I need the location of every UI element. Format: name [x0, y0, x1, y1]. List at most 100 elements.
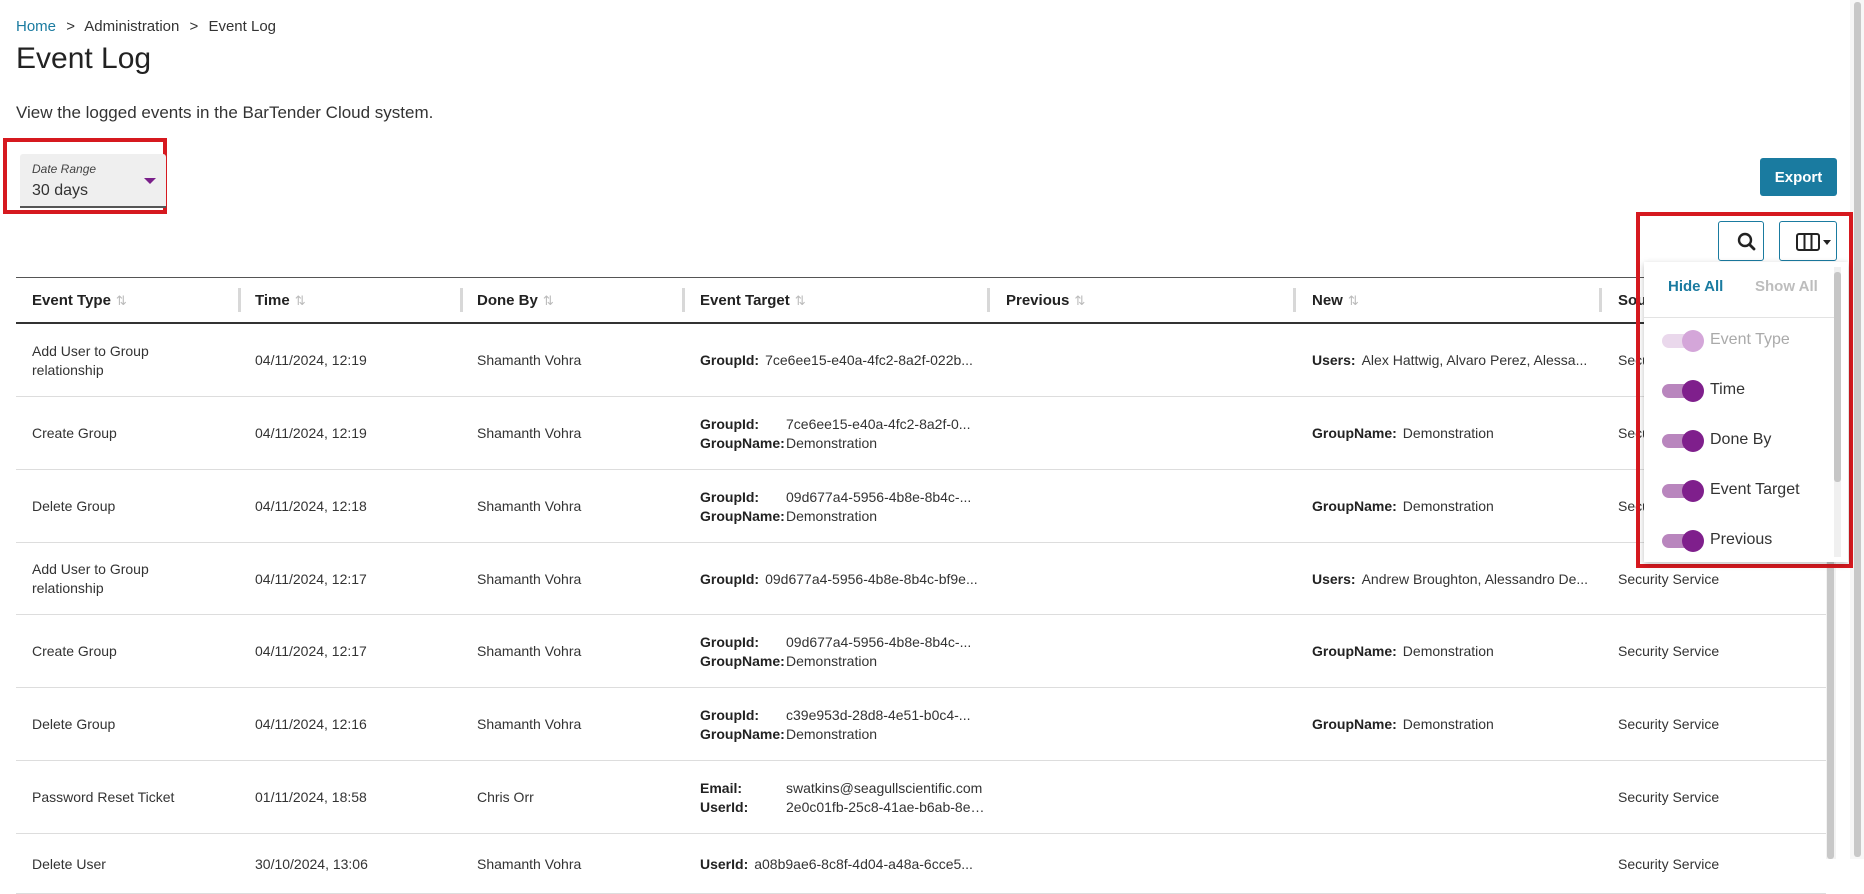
toggle-knob [1682, 480, 1704, 502]
date-range-label: Date Range [32, 162, 97, 176]
table-row[interactable]: Password Reset Ticket 01/11/2024, 18:58 Ch… [16, 761, 1826, 834]
toggle-label: Event Type [1710, 331, 1790, 348]
time-cell: 04/11/2024, 12:16 [255, 716, 367, 732]
key-value-line: GroupName:Demonstration [700, 507, 990, 526]
event-type-cell: Delete Group [32, 498, 116, 514]
column-chooser-scrollbar-thumb[interactable] [1834, 272, 1841, 482]
toggle-switch[interactable] [1662, 480, 1704, 502]
field-key: GroupName: [1312, 643, 1397, 659]
sort-icon[interactable]: ⇅ [795, 293, 806, 308]
key-value-line: GroupName:Demonstration [1312, 715, 1602, 734]
key-value-line: GroupName:Demonstration [700, 434, 990, 453]
field-value: 09d677a4-5956-4b8e-8b4c-... [786, 489, 972, 505]
column-resizer[interactable] [1599, 288, 1602, 312]
column-resizer[interactable] [987, 288, 990, 312]
column-resizer[interactable] [682, 288, 685, 312]
columns-icon [1796, 233, 1831, 251]
field-value: a08b9ae6-8c8f-4d04-a48a-6cce5... [754, 856, 973, 872]
event-type-cell: Password Reset Ticket [32, 789, 175, 805]
field-key: GroupName: [700, 508, 785, 524]
date-range-value: 30 days [32, 182, 89, 199]
breadcrumb-current: Event Log [208, 18, 277, 35]
breadcrumb: Home > Administration > Event Log [16, 18, 276, 35]
column-chooser-scrollbar[interactable] [1834, 267, 1841, 557]
sort-icon[interactable]: ⇅ [295, 293, 306, 308]
export-button[interactable]: Export [1760, 158, 1837, 196]
column-header-event-target[interactable]: Event Target ⇅ [700, 292, 806, 309]
field-key: GroupId: [700, 634, 760, 650]
key-value-line: GroupName:Demonstration [1312, 497, 1602, 516]
table-row[interactable]: Add User to Group relationship 04/11/2024… [16, 324, 1826, 397]
column-toggle-previous[interactable]: Previous [1662, 527, 1832, 557]
sort-icon[interactable]: ⇅ [116, 293, 127, 308]
table-row[interactable]: Add User to Group relationship 04/11/2024… [16, 543, 1826, 615]
column-resizer[interactable] [460, 288, 463, 312]
key-value-line: GroupId: 7ce6ee15-e40a-4fc2-8a2f-0... [700, 415, 990, 434]
column-resizer[interactable] [1293, 288, 1296, 312]
sort-icon[interactable]: ⇅ [1074, 293, 1085, 308]
column-header-new[interactable]: New ⇅ [1312, 292, 1359, 309]
column-header-event-type[interactable]: Event Type ⇅ [32, 292, 127, 309]
field-value: Demonstration [1402, 643, 1494, 659]
toggle-switch[interactable] [1662, 430, 1704, 452]
field-value: 7ce6ee15-e40a-4fc2-8a2f-0... [786, 416, 971, 432]
page-scrollbar-thumb[interactable] [1854, 2, 1861, 857]
column-toggle-time[interactable]: Time [1662, 377, 1832, 407]
toggle-switch[interactable] [1662, 530, 1704, 552]
field-key: GroupId: [700, 489, 760, 505]
sort-icon[interactable]: ⇅ [543, 293, 554, 308]
table-row[interactable]: Create Group 04/11/2024, 12:17 Shamanth Vo… [16, 615, 1826, 688]
table-row[interactable]: Delete Group 04/11/2024, 12:16 Shamanth Vo… [16, 688, 1826, 761]
breadcrumb-home-link[interactable]: Home [16, 18, 56, 35]
field-value: Demonstration [786, 726, 878, 742]
field-key: UserId: [700, 799, 749, 815]
event-target-cell: GroupId: 09d677a4-5956-4b8e-8b4c-bf9e... [700, 570, 990, 589]
new-value-cell: GroupName: Demonstration [1312, 497, 1602, 516]
field-value: Demonstration [786, 435, 878, 451]
sort-icon[interactable]: ⇅ [1348, 293, 1359, 308]
new-value-cell: Users: Alex Hattwig, Alvaro Perez, Alessa… [1312, 351, 1602, 370]
table-row[interactable]: Create Group 04/11/2024, 12:19 Shamanth Vo… [16, 397, 1826, 470]
key-value-line: GroupId: c39e953d-28d8-4e51-b0c4-... [700, 706, 990, 725]
field-key: GroupId: [700, 416, 760, 432]
column-header-previous[interactable]: Previous ⇅ [1006, 292, 1085, 309]
table-header: Event Type ⇅ Time ⇅ Done By ⇅ Event Target ⇅… [16, 277, 1826, 324]
table-row[interactable]: Delete Group 04/11/2024, 12:18 Shamanth Vo… [16, 470, 1826, 543]
field-key: GroupName: [700, 726, 785, 742]
event-target-cell: GroupId: 09d677a4-5956-4b8e-8b4c-... Group… [700, 488, 990, 526]
column-header-time[interactable]: Time ⇅ [255, 292, 306, 309]
done-by-cell: Shamanth Vohra [477, 856, 582, 872]
field-value: Demonstration [1402, 498, 1494, 514]
source-cell: Security Service [1618, 716, 1720, 732]
hide-all-button[interactable]: Hide All [1668, 278, 1723, 295]
breadcrumb-separator: > [189, 18, 199, 35]
key-value-line: UserId: 2e0c01fb-25c8-41ae-b6ab-8eea8... [700, 798, 990, 817]
source-cell: Security Service [1618, 643, 1720, 659]
field-key: Users: [1312, 571, 1356, 587]
column-resizer[interactable] [238, 288, 241, 312]
column-toggle-event-target[interactable]: Event Target [1662, 477, 1832, 507]
table-row[interactable]: Delete User 30/10/2024, 13:06 Shamanth Voh… [16, 834, 1826, 894]
field-value: 7ce6ee15-e40a-4fc2-8a2f-022b... [765, 352, 973, 368]
field-value: Demonstration [1402, 716, 1494, 732]
field-value: 09d677a4-5956-4b8e-8b4c-... [786, 634, 972, 650]
column-toggle-event-type: Event Type [1662, 327, 1832, 357]
show-all-button[interactable]: Show All [1755, 278, 1818, 295]
done-by-cell: Shamanth Vohra [477, 643, 582, 659]
columns-button[interactable] [1779, 221, 1837, 261]
event-type-cell: Delete User [32, 856, 106, 872]
field-key: GroupName: [700, 653, 785, 669]
field-value: 09d677a4-5956-4b8e-8b4c-bf9e... [765, 571, 978, 587]
field-value: Andrew Broughton, Alessandro De... [1361, 571, 1589, 587]
column-toggle-done-by[interactable]: Done By [1662, 427, 1832, 457]
search-button[interactable] [1718, 221, 1764, 261]
date-range-select[interactable]: Date Range 30 days [20, 154, 166, 208]
toggle-switch[interactable] [1662, 380, 1704, 402]
done-by-cell: Shamanth Vohra [477, 352, 582, 368]
field-key: Email: [700, 780, 743, 796]
field-value: Demonstration [786, 653, 878, 669]
column-header-done-by[interactable]: Done By ⇅ [477, 292, 554, 309]
toggle-label: Time [1710, 381, 1745, 398]
key-value-line: GroupName: Demonstration [1312, 642, 1602, 661]
breadcrumb-administration: Administration [84, 18, 180, 35]
